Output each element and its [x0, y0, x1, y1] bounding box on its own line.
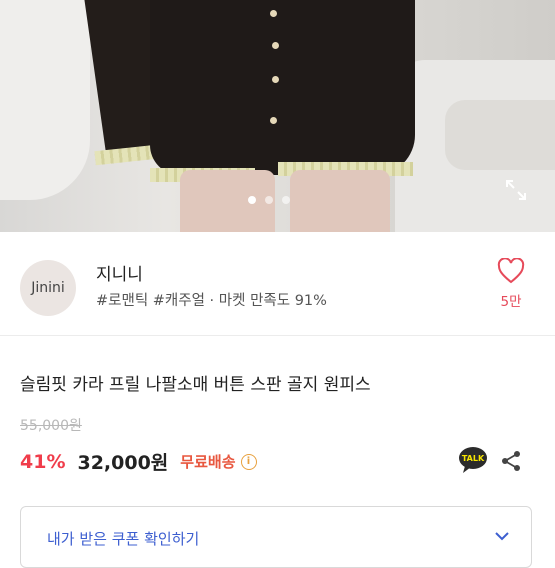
info-icon[interactable]: i [240, 453, 257, 470]
share-icon[interactable] [500, 450, 522, 472]
photo-sleeve-ruffle [94, 144, 158, 166]
product-image[interactable] [0, 0, 555, 232]
chevron-down-icon [495, 532, 509, 541]
seller-avatar[interactable]: Jinini [20, 260, 76, 316]
like-count: 5만 [500, 294, 522, 310]
coupon-label: 내가 받은 쿠폰 확인하기 [47, 530, 200, 548]
photo-leg-right [290, 170, 390, 232]
discount-rate: 41% [20, 450, 66, 473]
photo-button [272, 76, 279, 83]
gallery-dot[interactable] [282, 196, 290, 204]
photo-button [270, 10, 277, 17]
photo-background-arch [0, 0, 90, 200]
seller-tags: #로맨틱 #캐주얼 · 마켓 만족도 91% [96, 293, 327, 309]
gallery-dot[interactable] [265, 196, 273, 204]
kakao-talk-icon[interactable]: TALK [458, 446, 488, 474]
expand-icon[interactable] [504, 178, 528, 202]
seller-name[interactable]: 지니니 [96, 260, 143, 285]
seller-avatar-text: Jinini [31, 280, 65, 296]
section-divider [0, 335, 555, 336]
photo-button [272, 42, 279, 49]
gallery-pagination [248, 196, 290, 204]
original-price: 55,000원 [20, 418, 82, 434]
photo-dress [150, 0, 415, 175]
photo-background-cushion [445, 100, 555, 170]
free-shipping-label: 무료배송 [180, 453, 236, 471]
price-row: 41% 32,000원 무료배송 i [20, 448, 257, 475]
photo-button [270, 117, 277, 124]
seller-section[interactable]: Jinini 지니니 #로맨틱 #캐주얼 · 마켓 만족도 91% 5만 [0, 232, 555, 330]
product-title: 슬림핏 카라 프릴 나팔소매 버튼 스판 골지 원피스 [20, 375, 371, 395]
sale-price: 32,000원 [77, 452, 169, 474]
gallery-dot[interactable] [248, 196, 256, 204]
kakao-talk-label: TALK [462, 454, 485, 463]
coupon-check-button[interactable]: 내가 받은 쿠폰 확인하기 [20, 506, 532, 568]
heart-icon[interactable] [497, 258, 525, 284]
